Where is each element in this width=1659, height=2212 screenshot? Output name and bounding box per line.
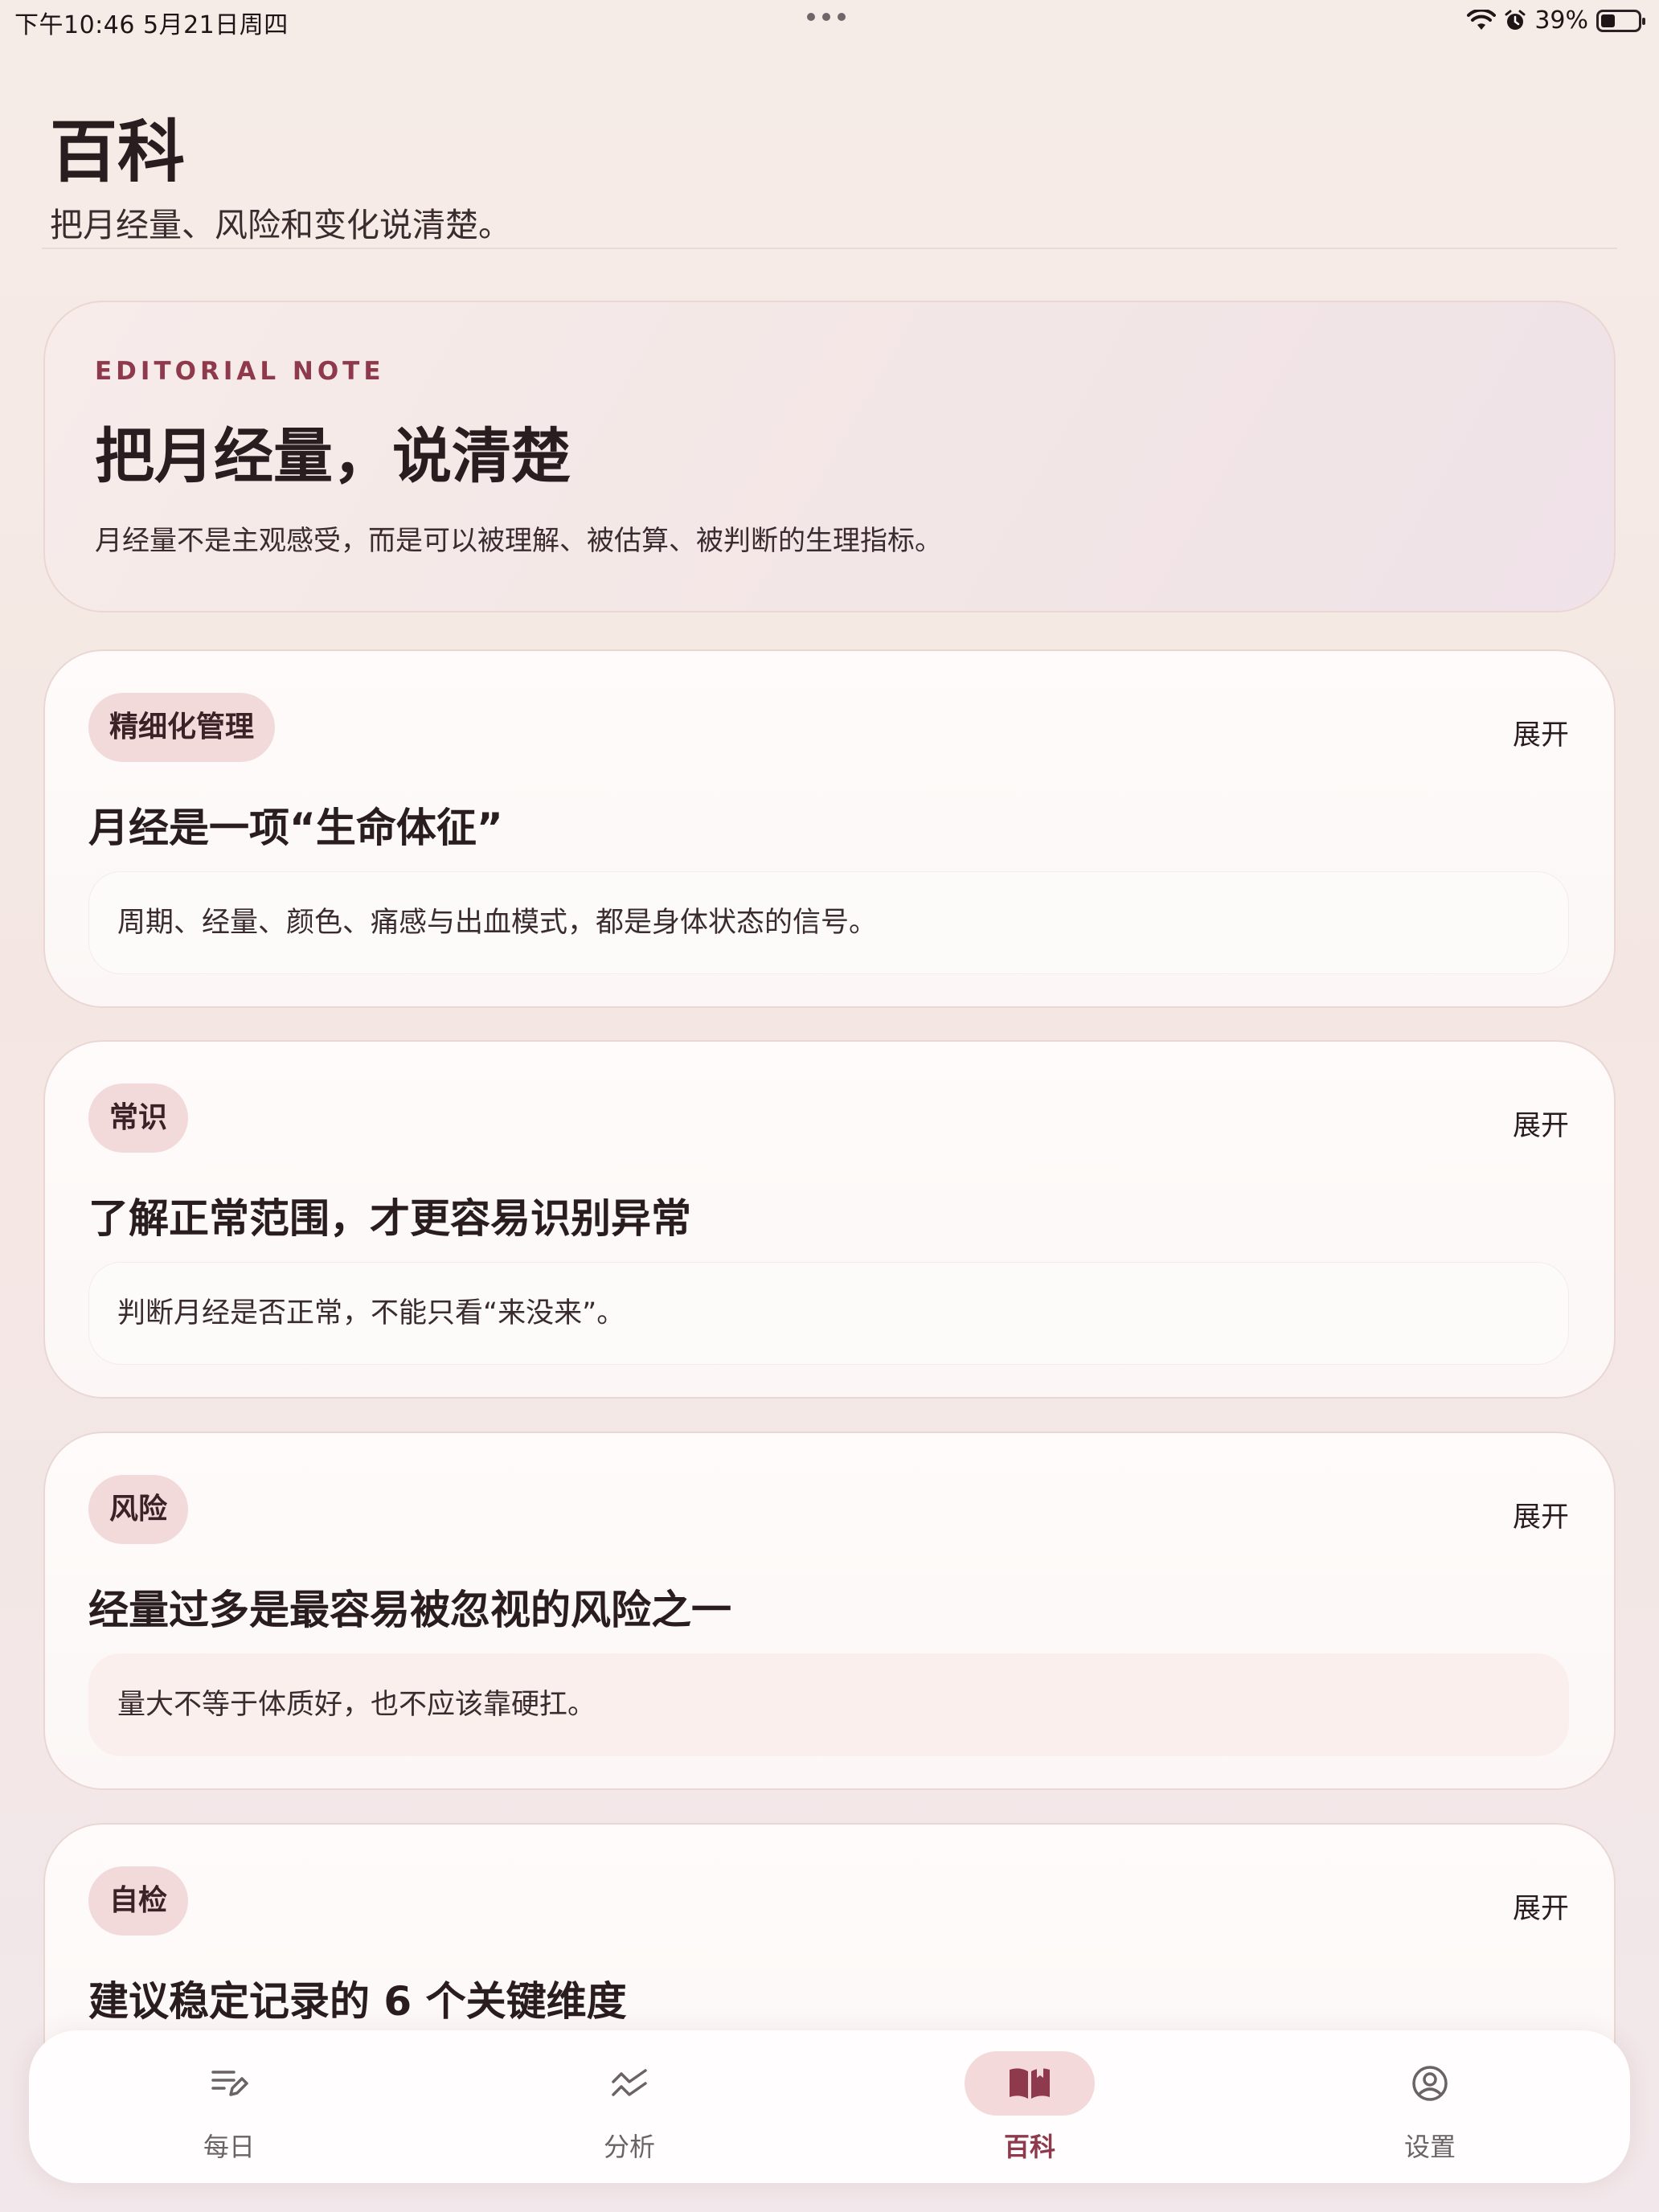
article-card-heavy-flow-risk[interactable]: 风险 展开 经量过多是最容易被忽视的风险之一 量大不等于体质好，也不应该靠硬扛。 bbox=[43, 1432, 1616, 1790]
article-card-normal-range[interactable]: 常识 展开 了解正常范围，才更容易识别异常 判断月经是否正常，不能只看“来没来”… bbox=[43, 1040, 1616, 1399]
status-bar: 下午10:46 5月21日周四 39% bbox=[0, 0, 1659, 42]
status-indicators: 39% bbox=[1467, 6, 1645, 35]
alarm-icon bbox=[1505, 10, 1526, 30]
tab-label: 设置 bbox=[1403, 2132, 1456, 2162]
tab-daily[interactable]: 每日 bbox=[29, 2030, 429, 2183]
bottom-tab-bar: 每日 分析 百科 设置 bbox=[29, 2030, 1630, 2183]
card-summary: 判断月经是否正常，不能只看“来没来”。 bbox=[88, 1262, 1569, 1365]
expand-button[interactable]: 展开 bbox=[1513, 1103, 1569, 1144]
category-tag: 自检 bbox=[88, 1866, 189, 1936]
tab-label: 分析 bbox=[603, 2132, 655, 2162]
expand-button[interactable]: 展开 bbox=[1513, 712, 1569, 753]
category-tag: 常识 bbox=[88, 1083, 189, 1153]
page-title: 百科 bbox=[50, 113, 186, 191]
editorial-note-card: EDITORIAL NOTE 把月经量，说清楚 月经量不是主观感受，而是可以被理… bbox=[43, 301, 1616, 612]
header-divider bbox=[42, 248, 1617, 249]
card-summary: 量大不等于体质好，也不应该靠硬扛。 bbox=[88, 1653, 1569, 1756]
editorial-eyebrow: EDITORIAL NOTE bbox=[95, 357, 385, 386]
article-card-vital-sign[interactable]: 精细化管理 展开 月经是一项“生命体征” 周期、经量、颜色、痛感与出血模式，都是… bbox=[43, 649, 1616, 1008]
expand-button[interactable]: 展开 bbox=[1513, 1886, 1569, 1927]
tab-analysis[interactable]: 分析 bbox=[429, 2030, 830, 2183]
wifi-icon bbox=[1467, 9, 1497, 30]
category-tag: 精细化管理 bbox=[88, 693, 276, 762]
card-title: 经量过多是最容易被忽视的风险之一 bbox=[88, 1587, 731, 1633]
multitasking-dots-icon[interactable] bbox=[807, 13, 846, 21]
card-title: 了解正常范围，才更容易识别异常 bbox=[88, 1195, 691, 1242]
tab-label: 百科 bbox=[1003, 2132, 1055, 2162]
book-icon bbox=[965, 2051, 1095, 2116]
edit-list-icon bbox=[164, 2051, 294, 2116]
page-subtitle: 把月经量、风险和变化说清楚。 bbox=[50, 206, 511, 244]
tab-encyclopedia[interactable]: 百科 bbox=[830, 2030, 1230, 2183]
category-tag: 风险 bbox=[88, 1475, 189, 1544]
battery-percent: 39% bbox=[1534, 6, 1588, 35]
editorial-title: 把月经量，说清楚 bbox=[95, 422, 571, 491]
card-title: 建议稳定记录的 6 个关键维度 bbox=[88, 1978, 627, 2025]
battery-icon bbox=[1596, 9, 1645, 32]
tab-settings[interactable]: 设置 bbox=[1230, 2030, 1630, 2183]
battery-level bbox=[1601, 14, 1616, 27]
expand-button[interactable]: 展开 bbox=[1513, 1494, 1569, 1535]
status-time: 下午10:46 5月21日周四 bbox=[14, 11, 289, 39]
editorial-description: 月经量不是主观感受，而是可以被理解、被估算、被判断的生理指标。 bbox=[95, 525, 942, 557]
card-summary: 周期、经量、颜色、痛感与出血模式，都是身体状态的信号。 bbox=[88, 871, 1569, 974]
user-circle-icon bbox=[1365, 2051, 1495, 2116]
trend-icon bbox=[564, 2051, 694, 2116]
card-title: 月经是一项“生命体征” bbox=[88, 805, 503, 851]
tab-label: 每日 bbox=[203, 2132, 255, 2162]
